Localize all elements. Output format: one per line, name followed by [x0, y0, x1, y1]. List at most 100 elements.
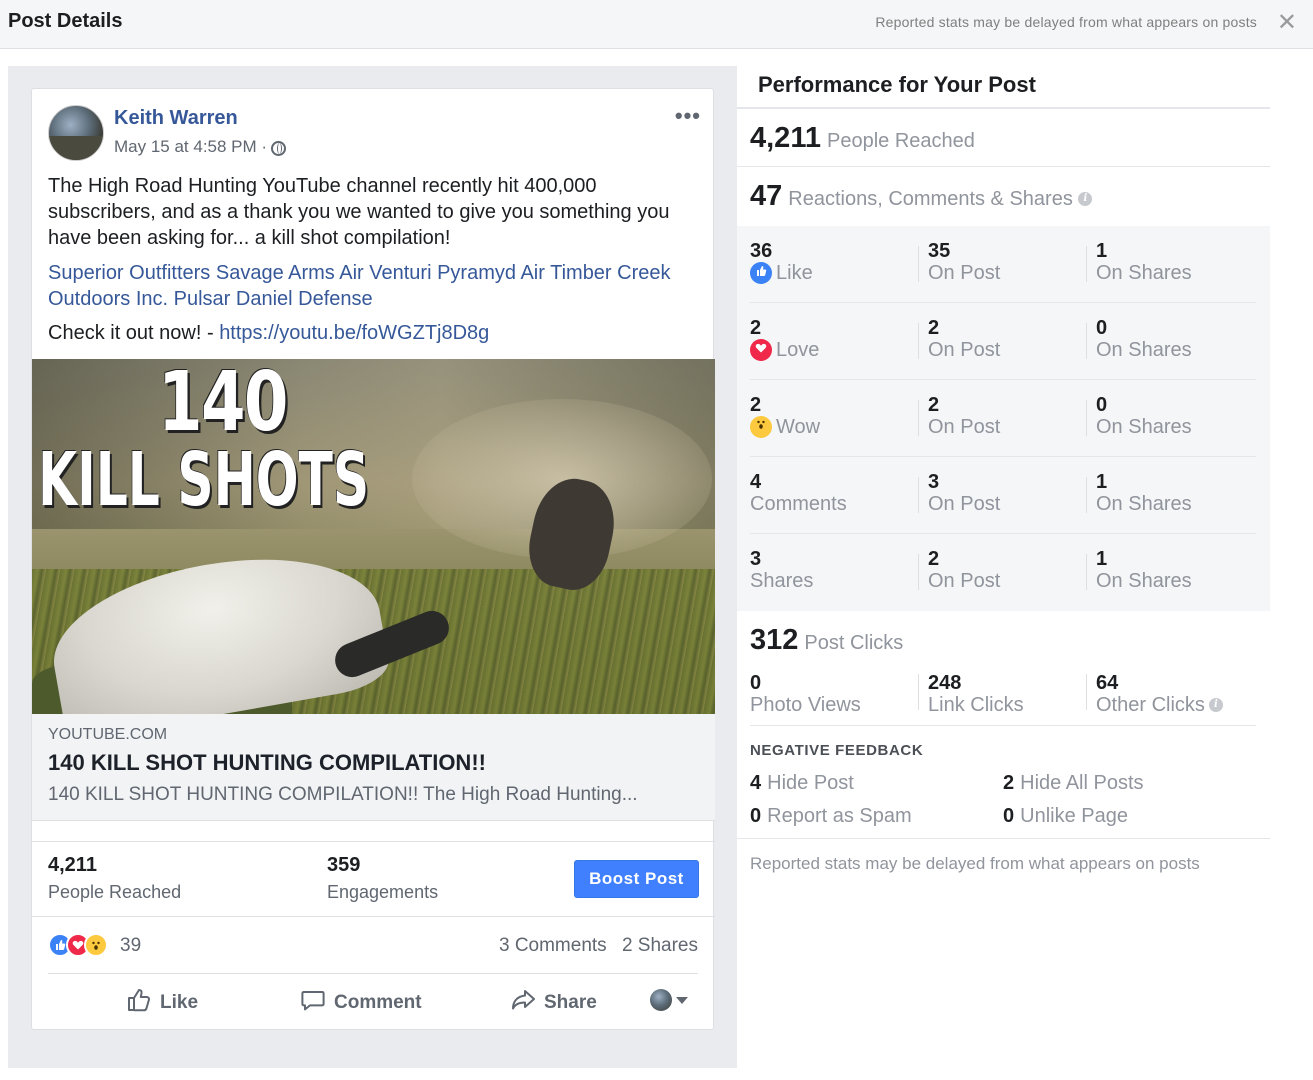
on-post-label: On Post	[928, 339, 1001, 361]
actions-divider	[48, 973, 698, 974]
total-value: 36	[750, 240, 773, 262]
post-actions: Like Comment Share	[48, 981, 698, 1021]
photo-views: 0 Photo Views	[750, 672, 861, 716]
tag-link[interactable]: Pulsar	[174, 288, 231, 310]
love-icon	[750, 339, 772, 361]
chevron-down-icon	[676, 996, 688, 1004]
rcs-label: Reactions, Comments & Shares	[788, 188, 1073, 210]
globe-icon[interactable]	[271, 140, 287, 156]
tag-link[interactable]: Superior Outfitters	[48, 262, 210, 284]
column-separator	[918, 674, 919, 710]
column-separator	[918, 400, 919, 436]
breakdown-on-shares: 1 On Shares	[1096, 471, 1192, 515]
title-divider	[737, 107, 1270, 109]
breakdown-row-shares: 3 Shares 2 On Post 1 On Shares	[750, 534, 1256, 611]
youtube-link[interactable]: https://youtu.be/foWGZTj8D8g	[219, 322, 489, 344]
hide-post-value: 4	[750, 772, 762, 794]
column-separator	[1086, 246, 1087, 282]
author-avatar[interactable]	[48, 105, 104, 161]
post-clicks-breakdown: 0 Photo Views 248 Link Clicks 64 Other C…	[750, 662, 1256, 726]
post-preview-pane: Keith Warren May 15 at 4:58 PM · ••• The…	[8, 66, 737, 1068]
hide-all-label: Hide All Posts	[1020, 772, 1144, 794]
on-shares-value: 1	[1096, 240, 1108, 262]
unlike-page-stat: 0 Unlike Page	[1003, 805, 1128, 828]
wow-reaction-icon	[84, 933, 108, 957]
total-label: Love	[750, 339, 819, 361]
comment-icon	[300, 987, 326, 1019]
link-preview[interactable]: YOUTUBE.COM 140 KILL SHOT HUNTING COMPIL…	[32, 714, 715, 821]
breakdown-on-shares: 1 On Shares	[1096, 548, 1192, 592]
breakdown-on-post: 35 On Post	[928, 240, 1000, 284]
column-separator	[918, 323, 919, 359]
info-icon[interactable]: i	[1208, 698, 1223, 712]
info-icon[interactable]: i	[1078, 192, 1093, 206]
post-timestamp[interactable]: May 15 at 4:58 PM ·	[114, 137, 267, 157]
link-clicks-value: 248	[928, 672, 962, 694]
negative-feedback-title: NEGATIVE FEEDBACK	[750, 742, 924, 759]
hide-post-stat: 4 Hide Post	[750, 772, 854, 795]
tag-link[interactable]: Daniel Defense	[236, 288, 373, 310]
breakdown-total: 2 Wow	[750, 394, 820, 438]
column-separator	[918, 477, 919, 513]
hide-all-posts-stat: 2 Hide All Posts	[1003, 772, 1144, 795]
like-icon	[750, 262, 772, 284]
on-shares-label: On Shares	[1096, 262, 1192, 284]
people-reached-value: 4,211	[48, 854, 97, 876]
post-text: The High Road Hunting YouTube channel re…	[48, 175, 670, 249]
reactions-summary: 39 3 Comments 2 Shares	[48, 929, 698, 969]
on-post-label: On Post	[928, 570, 1001, 592]
clicks-label: Post Clicks	[804, 632, 904, 654]
shares-count[interactable]: 2 Shares	[622, 935, 698, 956]
clicks-value: 312	[750, 624, 799, 656]
breakdown-row-like: 36 Like 35 On Post 1 On Shares	[750, 226, 1256, 303]
reaction-count[interactable]: 39	[120, 935, 141, 957]
thumbnail-words: KILL SHOTS	[38, 437, 370, 523]
tag-link[interactable]: Air Venturi	[339, 262, 431, 284]
on-post-value: 2	[928, 394, 940, 416]
breakdown-on-shares: 0 On Shares	[1096, 317, 1192, 361]
like-label: Like	[160, 992, 199, 1013]
boost-post-button[interactable]: Boost Post	[574, 860, 699, 898]
post-as-selector[interactable]	[650, 989, 688, 1011]
on-post-value: 2	[928, 317, 940, 339]
link-clicks-label: Link Clicks	[928, 694, 1024, 716]
close-icon[interactable]: ✕	[1277, 8, 1297, 37]
on-shares-label: On Shares	[1096, 493, 1192, 515]
post-card: Keith Warren May 15 at 4:58 PM · ••• The…	[31, 88, 715, 1030]
on-shares-value: 0	[1096, 317, 1108, 339]
breakdown-total: 3 Shares	[750, 548, 813, 592]
performance-pane: Performance for Your Post 4,211 People Re…	[737, 66, 1270, 1068]
spam-label: Report as Spam	[767, 805, 912, 827]
breakdown-on-post: 2 On Post	[928, 548, 1000, 592]
engagements-label: Engagements	[327, 882, 439, 902]
more-options-icon[interactable]: •••	[675, 103, 701, 129]
video-thumbnail[interactable]: 140 KILL SHOTS	[32, 359, 715, 714]
tag-link[interactable]: Savage Arms	[216, 262, 335, 284]
column-separator	[918, 246, 919, 282]
breakdown-on-shares: 1 On Shares	[1096, 240, 1192, 284]
share-label: Share	[544, 992, 597, 1013]
thumbnail-hunter-cap	[41, 536, 393, 714]
total-label: Wow	[750, 416, 820, 438]
link-headline: 140 KILL SHOT HUNTING COMPILATION!!	[48, 750, 486, 775]
people-reached-label: People Reached	[48, 882, 182, 902]
comment-button[interactable]: Comment	[300, 987, 422, 1019]
author-name[interactable]: Keith Warren	[114, 107, 238, 130]
tag-link[interactable]: Pyramyd Air	[437, 262, 545, 284]
like-button[interactable]: Like	[126, 987, 198, 1019]
post-meta: May 15 at 4:58 PM ·	[114, 137, 287, 157]
column-separator	[1086, 477, 1087, 513]
reaction-icons[interactable]	[48, 933, 108, 957]
other-clicks: 64 Other Clicks i	[1096, 672, 1223, 716]
on-shares-label: On Shares	[1096, 416, 1192, 438]
reached-label: People Reached	[826, 130, 975, 152]
other-clicks-value: 64	[1096, 672, 1119, 694]
share-button[interactable]: Share	[510, 987, 597, 1019]
wow-icon	[750, 416, 772, 438]
other-clicks-label: Other Clicks	[1096, 694, 1205, 716]
post-stats-bar: 4,211 People Reached 359 Engagements Boo…	[32, 841, 715, 917]
column-separator	[1086, 400, 1087, 436]
check-prefix: Check it out now! -	[48, 322, 220, 344]
total-value: 2	[750, 317, 762, 339]
comments-count[interactable]: 3 Comments	[499, 935, 607, 956]
